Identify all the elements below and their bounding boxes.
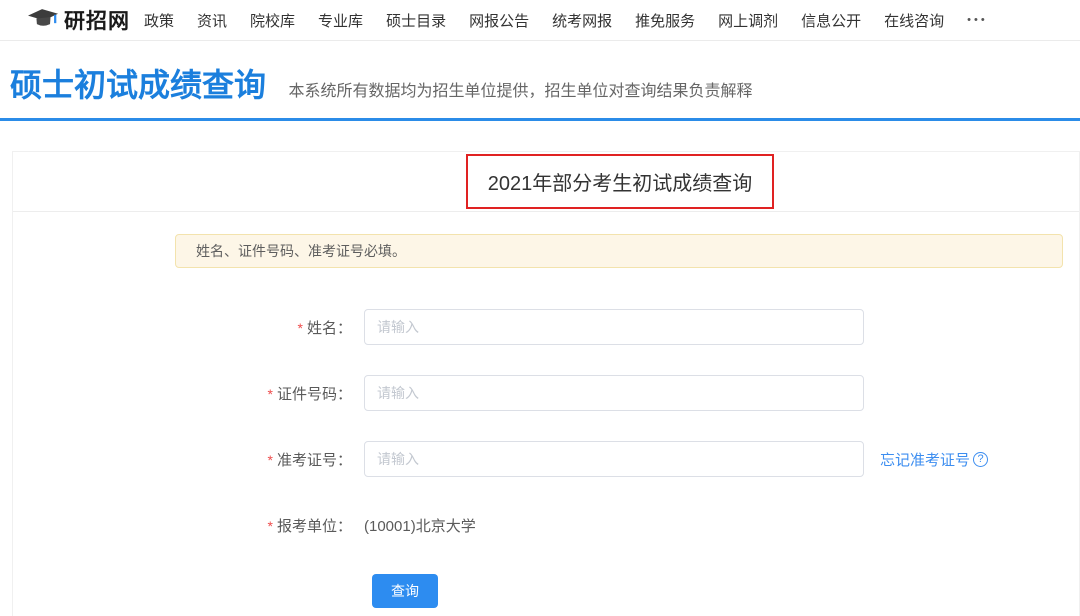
header-divider [0, 118, 1080, 121]
admission-ticket-input[interactable] [364, 441, 864, 477]
nav-item-report-notice[interactable]: 网报公告 [469, 10, 529, 31]
required-asterisk: * [268, 386, 273, 402]
institution-label: *报考单位： [26, 515, 352, 536]
required-fields-notice: 姓名、证件号码、准考证号必填。 [175, 234, 1063, 268]
top-navigation: 研招网 政策 资讯 院校库 专业库 硕士目录 网报公告 统考网报 推免服务 网上… [0, 0, 1080, 41]
submit-row: 查询 [26, 572, 1063, 610]
id-number-input[interactable] [364, 375, 864, 411]
name-label: *姓名： [26, 317, 352, 338]
card-title-row: 2021年部分考生初试成绩查询 [13, 152, 1079, 212]
nav-item-online-adjustment[interactable]: 网上调剂 [718, 10, 778, 31]
nav-item-exempt-service[interactable]: 推免服务 [635, 10, 695, 31]
page-header: 硕士初试成绩查询 本系统所有数据均为招生单位提供，招生单位对查询结果负责解释 [0, 41, 1080, 118]
red-annotation-box: 2021年部分考生初试成绩查询 [466, 154, 775, 209]
required-asterisk: * [268, 518, 273, 534]
nav-item-college-library[interactable]: 院校库 [250, 10, 295, 31]
nav-item-masters-catalog[interactable]: 硕士目录 [386, 10, 446, 31]
forgot-ticket-link[interactable]: 忘记准考证号? [880, 449, 988, 470]
institution-value: (10001)北京大学 [364, 515, 476, 536]
nav-item-policy[interactable]: 政策 [144, 10, 174, 31]
required-asterisk: * [298, 320, 303, 336]
nav-item-major-library[interactable]: 专业库 [318, 10, 363, 31]
name-input[interactable] [364, 309, 864, 345]
nav-item-info-disclosure[interactable]: 信息公开 [801, 10, 861, 31]
card-title: 2021年部分考生初试成绩查询 [488, 173, 753, 195]
query-card: 2021年部分考生初试成绩查询 姓名、证件号码、准考证号必填。 *姓名： *证件… [12, 151, 1080, 616]
nav-item-news[interactable]: 资讯 [197, 10, 227, 31]
query-submit-button[interactable]: 查询 [372, 574, 438, 608]
name-row: *姓名： [26, 308, 1063, 346]
institution-row: *报考单位： (10001)北京大学 [26, 506, 1063, 544]
help-question-icon[interactable]: ? [973, 452, 988, 467]
page-title: 硕士初试成绩查询 [10, 66, 266, 104]
id-number-label: *证件号码： [26, 383, 352, 404]
id-number-row: *证件号码： [26, 374, 1063, 412]
logo-text: 研招网 [64, 5, 130, 35]
admission-ticket-row: *准考证号： 忘记准考证号? [26, 440, 1063, 478]
admission-ticket-label: *准考证号： [26, 449, 352, 470]
nav-item-unified-exam-registration[interactable]: 统考网报 [552, 10, 612, 31]
nav-item-online-consult[interactable]: 在线咨询 [884, 10, 944, 31]
required-asterisk: * [268, 452, 273, 468]
more-menu-icon[interactable]: ••• [967, 14, 988, 26]
graduation-cap-icon [28, 7, 58, 34]
nav-menu: 政策 资讯 院校库 专业库 硕士目录 网报公告 统考网报 推免服务 网上调剂 信… [144, 10, 988, 31]
site-logo[interactable]: 研招网 [28, 5, 130, 35]
card-body: 姓名、证件号码、准考证号必填。 *姓名： *证件号码： *准考证号： 忘记准考证… [13, 212, 1079, 610]
page-subtitle: 本系统所有数据均为招生单位提供，招生单位对查询结果负责解释 [288, 83, 752, 100]
